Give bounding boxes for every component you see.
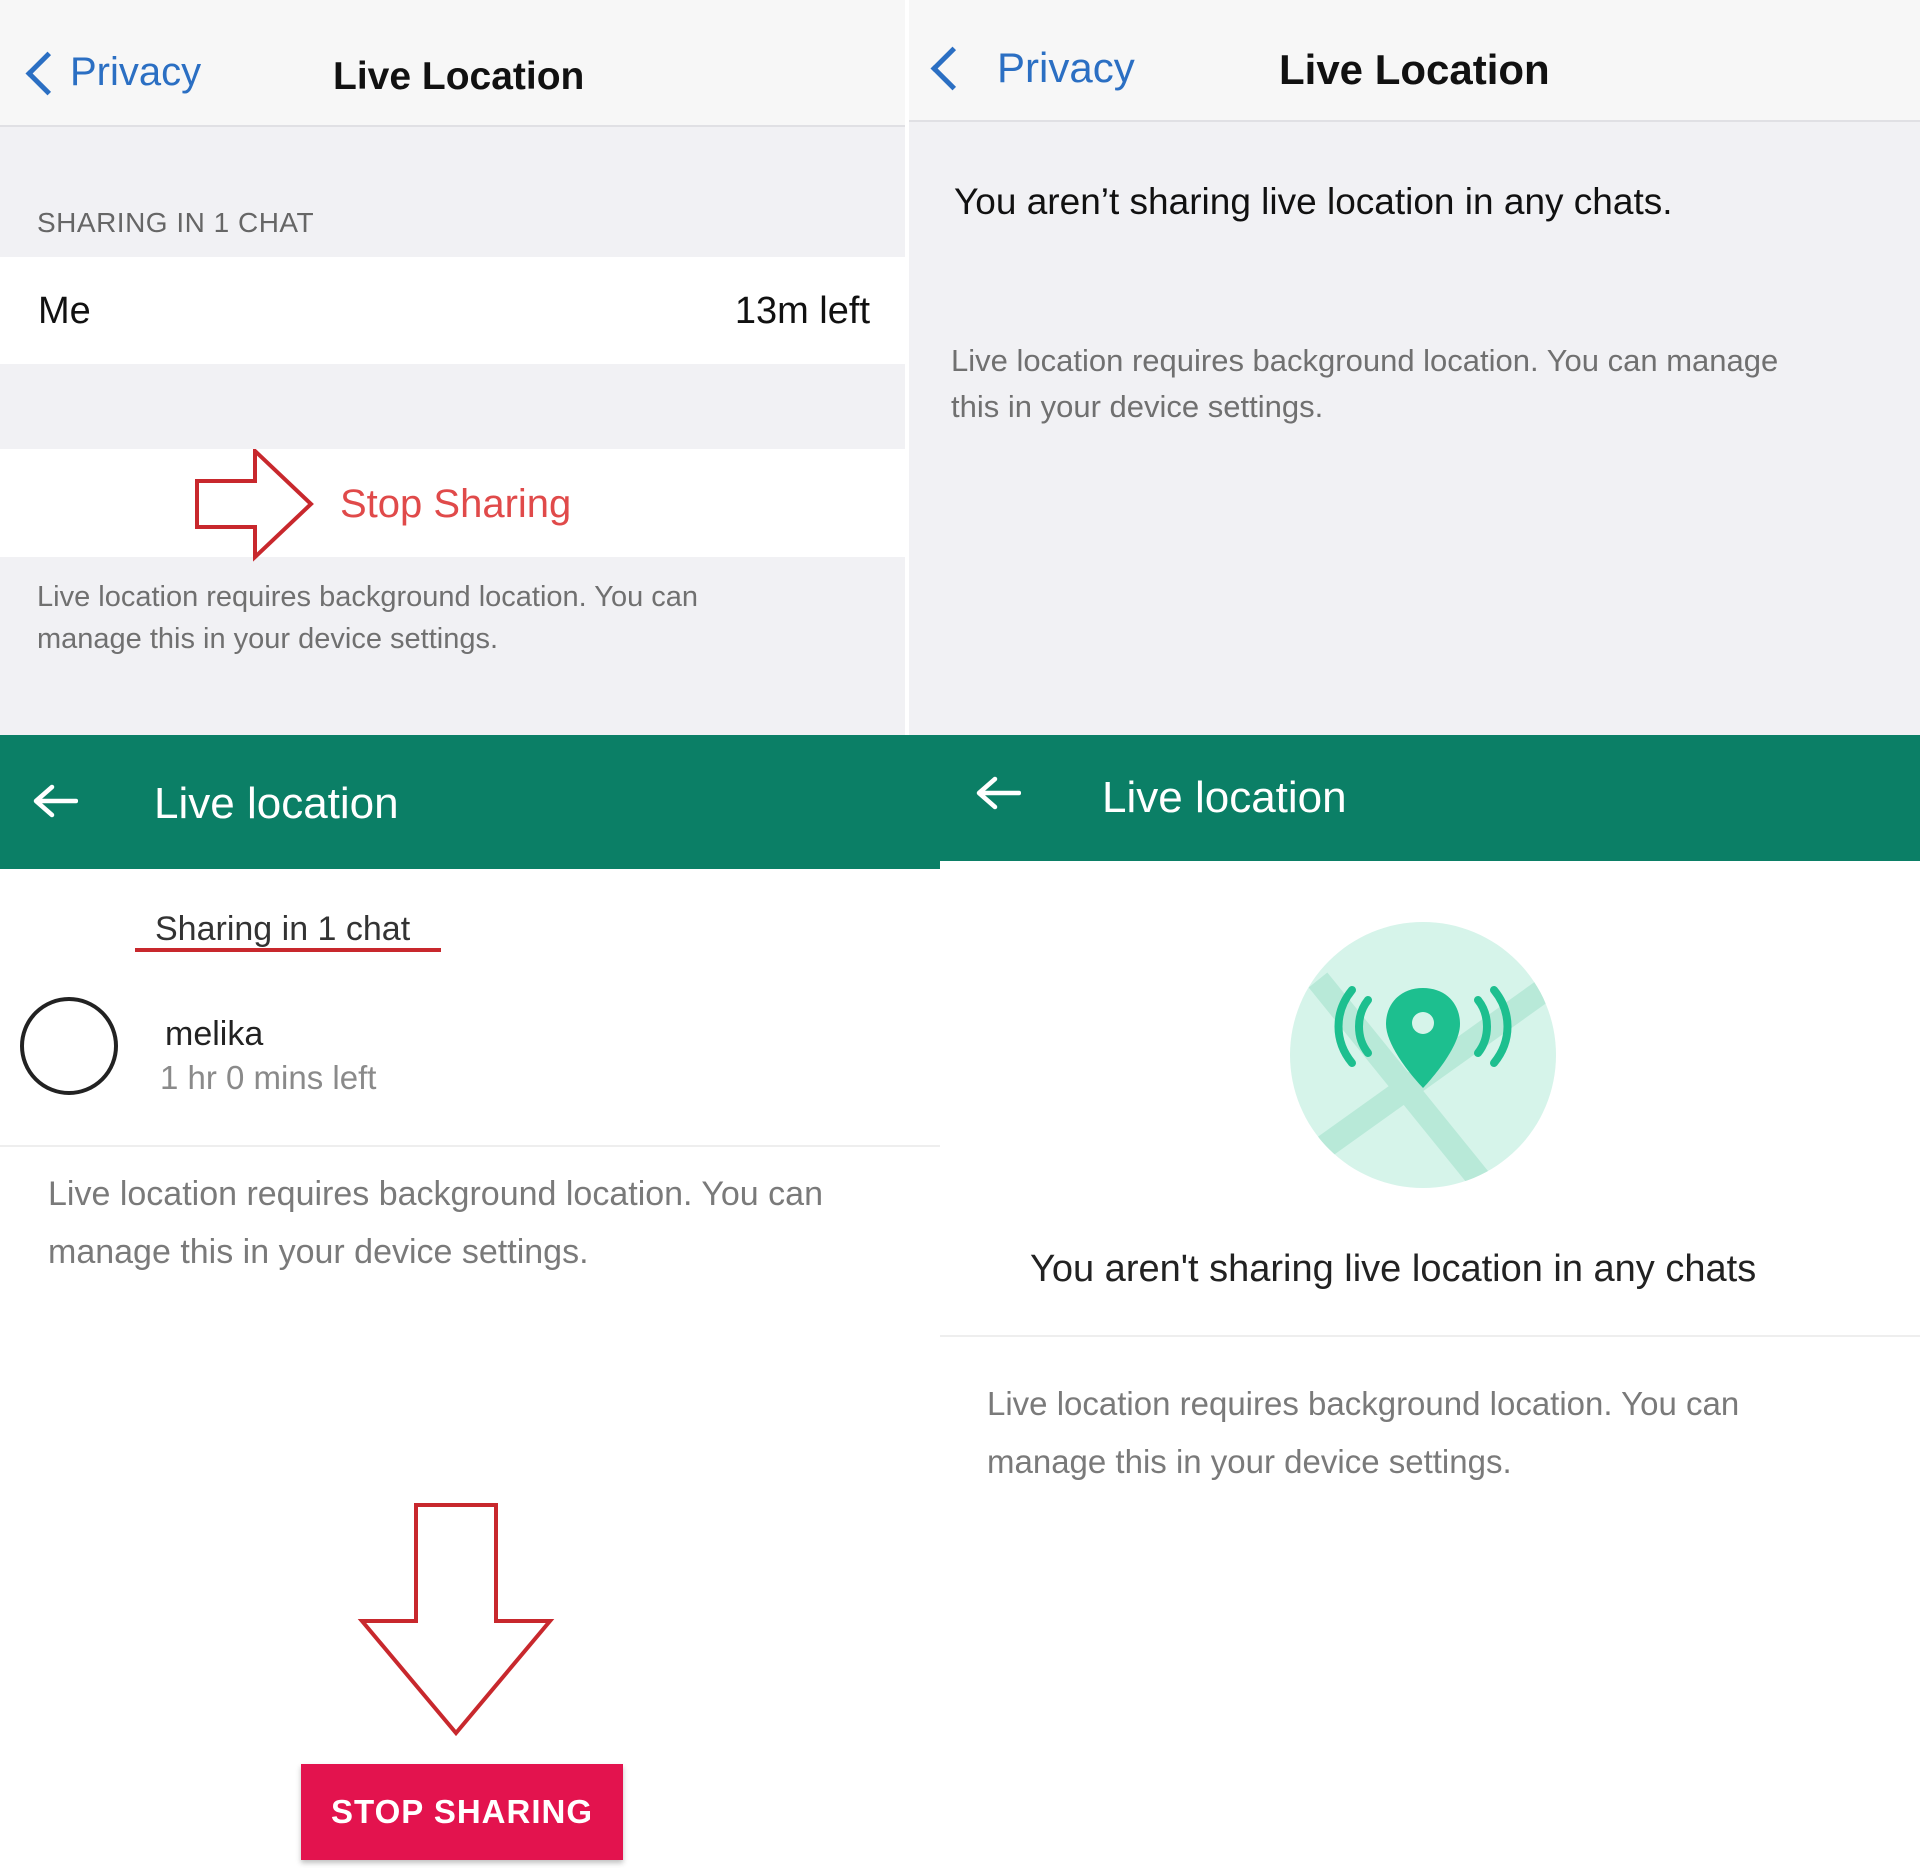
chat-row[interactable]: melika 1 hr 0 mins left [0,975,940,1115]
row-divider [940,1335,1920,1337]
avatar [20,997,118,1095]
footer-note: Live location requires background locati… [37,581,699,655]
ios-sharing-panel: Privacy Live Location SHARING IN 1 CHAT … [0,0,905,735]
contact-time: 1 hr 0 mins left [160,1059,377,1096]
annotation-arrow-down [357,1503,555,1737]
back-label: Privacy [70,50,202,94]
android-sharing-panel: Live location Sharing in 1 chat melika 1… [0,735,940,1868]
section-header: SHARING IN 1 CHAT [37,207,315,238]
page-title: Live Location [333,55,585,98]
section-header: Sharing in 1 chat [155,910,411,948]
nav-bar: Privacy Live Location [0,0,905,127]
back-label: Privacy [997,44,1135,91]
page-title: Live Location [1279,46,1550,93]
row-divider [0,1145,940,1147]
app-bar: Live location [0,735,940,869]
live-location-illustration [1290,922,1556,1188]
arrow-left-icon[interactable] [32,783,78,819]
chat-name: Me [38,290,91,332]
ios-empty-panel: Privacy Live Location You aren’t sharing… [909,0,1920,735]
contact-name: melika [165,1015,264,1053]
stop-sharing-button[interactable]: Stop Sharing [340,482,571,527]
time-left: 13m left [734,290,870,332]
nav-bar: Privacy Live Location [909,0,1920,122]
empty-message: You aren't sharing live location in any … [1030,1248,1757,1290]
arrow-left-icon[interactable] [975,775,1021,811]
android-empty-panel: Live location You aren't sharing live lo… [940,735,1920,1868]
page-title: Live location [154,779,399,828]
footer-note: Live location requires background locati… [48,1175,823,1271]
annotation-arrow-right [195,449,314,562]
stop-sharing-button[interactable]: STOP SHARING [301,1764,623,1860]
empty-message: You aren’t sharing live location in any … [954,181,1673,222]
annotation-underline [135,948,441,952]
stop-sharing-row[interactable]: Stop Sharing [0,449,905,562]
chat-row-me[interactable]: Me 13m left [0,257,905,364]
page-title: Live location [1102,773,1347,822]
footer-note: Live location requires background locati… [951,343,1779,424]
chevron-left-icon [25,51,70,96]
app-bar: Live location [940,735,1920,861]
back-button[interactable]: Privacy [22,48,222,98]
chevron-left-icon [930,46,975,91]
footer-note: Live location requires background locati… [987,1385,1740,1480]
back-button[interactable]: Privacy [927,42,1147,94]
